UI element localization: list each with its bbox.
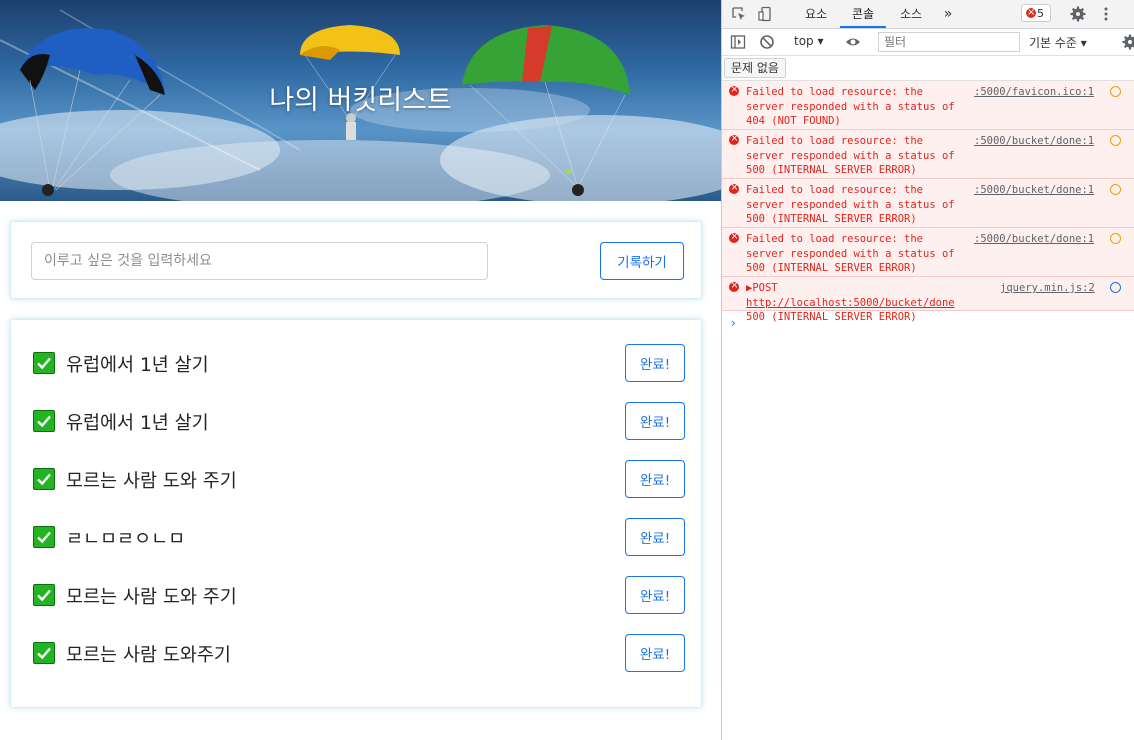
sidebar-toggle-icon[interactable] [730, 34, 746, 50]
request-url-link[interactable]: http://localhost:5000/bucket/done [746, 297, 955, 309]
message-text: Failed to load resource: the server resp… [746, 233, 955, 274]
bucket-input[interactable] [31, 242, 488, 280]
error-count: 5 [1037, 7, 1044, 20]
message-text: Failed to load resource: the server resp… [746, 135, 955, 176]
console-error-message: Failed to load resource: the server resp… [722, 179, 1134, 228]
log-level-select[interactable]: 기본 수준 ▾ [1029, 34, 1087, 51]
console-settings-gear-icon[interactable] [1122, 34, 1134, 50]
web-page: 나의 버킷리스트 기록하기 유럽에서 1년 살기 완료! 유럽에서 1년 살기 … [0, 0, 721, 740]
message-source-link[interactable]: :5000/bucket/done:1 [974, 232, 1094, 247]
item-text: 유럽에서 1년 살기 [66, 355, 209, 376]
error-icon [729, 132, 739, 146]
list-item: 유럽에서 1년 살기 완료! [33, 402, 685, 440]
hero-banner: 나의 버킷리스트 [0, 0, 721, 201]
network-request-icon[interactable] [1110, 135, 1121, 146]
error-icon [1026, 4, 1036, 22]
status-text: 500 (INTERNAL SERVER ERROR) [746, 311, 917, 323]
message-source-link[interactable]: jquery.min.js:2 [1000, 281, 1095, 296]
input-card: 기록하기 [10, 221, 702, 299]
error-icon [729, 279, 739, 293]
item-text: ㄹㄴㅁㄹㅇㄴㅁ [66, 529, 186, 550]
message-text: Failed to load resource: the server resp… [746, 86, 955, 127]
done-button[interactable]: 완료! [625, 344, 685, 382]
page-title: 나의 버킷리스트 [269, 85, 452, 116]
error-icon [729, 230, 739, 244]
more-tabs-icon[interactable]: » [940, 0, 956, 28]
done-button[interactable]: 완료! [625, 460, 685, 498]
item-text: 모르는 사람 도와주기 [66, 645, 231, 666]
message-text: ▶POST http://localhost:5000/bucket/done … [746, 281, 968, 325]
settings-gear-icon[interactable] [1070, 6, 1086, 22]
console-prompt-caret[interactable]: › [731, 316, 736, 330]
list-item: ㄹㄴㅁㄹㅇㄴㅁ 완료! [33, 518, 685, 556]
console-error-message: Failed to load resource: the server resp… [722, 81, 1134, 130]
message-source-link[interactable]: :5000/favicon.ico:1 [974, 85, 1094, 100]
item-text: 모르는 사람 도와 주기 [66, 471, 237, 492]
list-item: 유럽에서 1년 살기 완료! [33, 344, 685, 382]
checkmark-icon [33, 642, 55, 664]
issues-bar: 문제 없음 [722, 56, 1134, 81]
console-error-message: Failed to load resource: the server resp… [722, 228, 1134, 277]
checkmark-icon [33, 410, 55, 432]
error-count-badge[interactable]: 5 [1021, 4, 1051, 22]
console-post-error-message: ▶POST http://localhost:5000/bucket/done … [722, 277, 1134, 323]
error-icon [729, 83, 739, 97]
tab-elements[interactable]: 요소 [797, 0, 835, 28]
message-text: Failed to load resource: the server resp… [746, 184, 955, 225]
item-text: 모르는 사람 도와 주기 [66, 587, 237, 608]
context-select[interactable]: top ▾ [794, 34, 824, 48]
filter-input[interactable] [878, 32, 1020, 52]
done-button[interactable]: 완료! [625, 634, 685, 672]
devtools-panel: 요소 콘솔 소스 » 5 top ▾ 기본 수준 ▾ 문제 없음 [721, 0, 1134, 740]
issues-button[interactable]: 문제 없음 [724, 58, 786, 78]
devtools-tab-bar: 요소 콘솔 소스 » 5 [722, 0, 1134, 29]
network-request-icon[interactable] [1110, 86, 1121, 97]
inspect-element-icon[interactable] [731, 6, 747, 22]
done-button[interactable]: 완료! [625, 402, 685, 440]
console-messages: Failed to load resource: the server resp… [722, 81, 1134, 323]
checkmark-icon [33, 584, 55, 606]
list-item: 모르는 사람 도와 주기 완료! [33, 460, 685, 498]
message-source-link[interactable]: :5000/bucket/done:1 [974, 183, 1094, 198]
message-source-link[interactable]: :5000/bucket/done:1 [974, 134, 1094, 149]
tab-console[interactable]: 콘솔 [840, 0, 886, 28]
record-button[interactable]: 기록하기 [600, 242, 684, 280]
tab-sources[interactable]: 소스 [892, 0, 930, 28]
network-request-icon[interactable] [1110, 184, 1121, 195]
done-button[interactable]: 완료! [625, 518, 685, 556]
checkmark-icon [33, 468, 55, 490]
network-request-icon[interactable] [1110, 233, 1121, 244]
console-error-message: Failed to load resource: the server resp… [722, 130, 1134, 179]
item-text: 유럽에서 1년 살기 [66, 413, 209, 434]
device-toolbar-icon[interactable] [757, 6, 773, 22]
done-button[interactable]: 완료! [625, 576, 685, 614]
expand-triangle[interactable]: ▶POST [746, 282, 778, 294]
clear-console-icon[interactable] [759, 34, 775, 50]
bucket-list-card: 유럽에서 1년 살기 완료! 유럽에서 1년 살기 완료! 모르는 사람 도와 … [10, 319, 702, 708]
console-toolbar: top ▾ 기본 수준 ▾ [722, 29, 1134, 56]
more-options-icon[interactable] [1098, 6, 1114, 22]
network-request-icon[interactable] [1110, 282, 1121, 293]
live-expression-eye-icon[interactable] [845, 34, 861, 50]
checkmark-icon [33, 352, 55, 374]
list-item: 모르는 사람 도와 주기 완료! [33, 576, 685, 614]
checkmark-icon [33, 526, 55, 548]
list-item: 모르는 사람 도와주기 완료! [33, 634, 685, 672]
error-icon [729, 181, 739, 195]
